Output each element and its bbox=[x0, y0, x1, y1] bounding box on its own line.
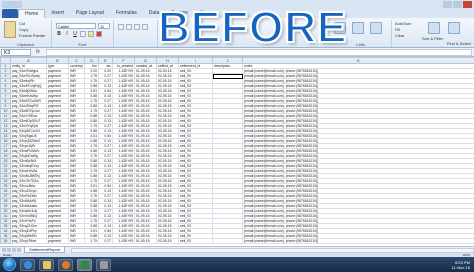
font-group: Calibri 11 B I U Font bbox=[52, 20, 114, 47]
table-row: 36 pay_93vp1Rkxe payment INR 1.75 0.27 1.43E+0… bbox=[0, 238, 474, 244]
media-player-icon bbox=[61, 260, 70, 269]
format-painter-button[interactable]: Format Painter bbox=[19, 33, 45, 38]
minimize-button[interactable] bbox=[443, 1, 452, 8]
quick-access-toolbar[interactable] bbox=[2, 1, 22, 8]
underline-button[interactable]: U bbox=[72, 31, 78, 37]
excel-icon bbox=[80, 260, 89, 269]
font-name-select[interactable]: Calibri bbox=[56, 23, 96, 29]
fill-color-button[interactable] bbox=[88, 31, 94, 37]
clock-time: 6:03 PM bbox=[455, 259, 470, 265]
italic-button[interactable]: I bbox=[64, 31, 70, 37]
window-controls bbox=[443, 1, 472, 8]
font-group-label: Font bbox=[78, 42, 87, 47]
formula-input[interactable] bbox=[46, 49, 472, 56]
taskbar-app[interactable] bbox=[96, 258, 111, 271]
taskbar-ie[interactable] bbox=[20, 258, 35, 271]
borders-button[interactable] bbox=[80, 31, 86, 37]
wrap-text-button[interactable] bbox=[142, 24, 148, 30]
sort-filter-icon[interactable] bbox=[428, 22, 440, 34]
cell[interactable]: pay_93w8TUiqPqQ bbox=[10, 83, 47, 89]
find-select-icon[interactable] bbox=[448, 22, 460, 34]
grid-body: 1 entity_id type currency fee tax ts_created cr… bbox=[0, 63, 474, 244]
taskbar-excel[interactable] bbox=[77, 258, 92, 271]
last-sheet-arrow-icon[interactable] bbox=[17, 248, 21, 252]
sheet-nav-arrows bbox=[0, 248, 21, 252]
app-icon bbox=[99, 260, 108, 269]
taskbar-explorer[interactable] bbox=[39, 258, 54, 271]
cell[interactable]: payment bbox=[46, 238, 69, 244]
formula-bar: K3 fx bbox=[0, 48, 474, 57]
fx-icon[interactable]: fx bbox=[36, 49, 40, 56]
bold-button[interactable]: B bbox=[56, 31, 62, 37]
align-left-button[interactable] bbox=[118, 24, 124, 30]
name-box[interactable]: K3 bbox=[1, 49, 31, 56]
clock-date: 11-Nov-16 bbox=[451, 264, 470, 270]
worksheet-grid[interactable]: A B C D E F G H I J K 1 entity_id type curr… bbox=[0, 57, 474, 246]
close-button[interactable] bbox=[463, 1, 472, 8]
alignment-group bbox=[114, 20, 158, 47]
maximize-button[interactable] bbox=[453, 1, 462, 8]
next-sheet-arrow-icon[interactable] bbox=[12, 248, 16, 252]
font-size-select[interactable]: 11 bbox=[98, 23, 110, 29]
prev-sheet-arrow-icon[interactable] bbox=[7, 248, 11, 252]
cell[interactable]: 1.43E+09 bbox=[112, 238, 135, 244]
tab-home[interactable]: Home bbox=[18, 9, 46, 18]
taskbar-media[interactable] bbox=[58, 258, 73, 271]
clear-button[interactable]: Clear bbox=[395, 33, 405, 38]
format-cells-icon[interactable] bbox=[370, 22, 382, 34]
horizontal-scrollbar[interactable] bbox=[71, 247, 474, 253]
tab-formulas[interactable]: Formulas bbox=[110, 9, 143, 18]
folder-icon bbox=[42, 260, 51, 269]
sort-filter-label: Sort & Filter bbox=[422, 36, 444, 41]
cell[interactable]: INR bbox=[68, 238, 85, 244]
taskbar: 6:03 PM 11-Nov-16 bbox=[0, 257, 474, 272]
autosum-button[interactable]: AutoSum bbox=[395, 21, 411, 26]
clipboard-group-label: Clipboard bbox=[16, 42, 35, 47]
copy-button[interactable]: Copy bbox=[19, 27, 28, 32]
cell[interactable]: 01-09-15 bbox=[134, 238, 157, 244]
cell[interactable]: 02-09-15 bbox=[156, 238, 179, 244]
cell[interactable]: currency bbox=[68, 63, 85, 69]
editing-group: AutoSum Fill Clear Sort & Filter Find & … bbox=[392, 20, 474, 47]
align-center-button[interactable] bbox=[126, 24, 132, 30]
before-overlay-text: BEFORE bbox=[157, 3, 348, 52]
font-color-button[interactable] bbox=[96, 31, 102, 37]
start-button[interactable] bbox=[3, 258, 16, 271]
paste-button[interactable] bbox=[4, 21, 16, 38]
font-format-row: B I U bbox=[56, 31, 102, 37]
cut-button[interactable]: Cut bbox=[19, 21, 25, 26]
alignment-row bbox=[118, 24, 148, 30]
first-sheet-arrow-icon[interactable] bbox=[2, 248, 6, 252]
clipboard-group: Cut Copy Format Painter Clipboard bbox=[0, 20, 52, 47]
cell[interactable]: {email:(name@email.com), phone:(98765432… bbox=[242, 238, 474, 244]
align-right-button[interactable] bbox=[134, 24, 140, 30]
ie-icon bbox=[23, 260, 32, 269]
tab-insert[interactable]: Insert bbox=[45, 9, 70, 18]
cell[interactable]: pay_93vp1Rkxe bbox=[10, 238, 47, 244]
system-tray[interactable]: 6:03 PM 11-Nov-16 bbox=[452, 260, 470, 270]
cell[interactable] bbox=[212, 238, 243, 244]
row-header[interactable]: 36 bbox=[0, 238, 11, 244]
fill-button[interactable]: Fill bbox=[395, 27, 400, 32]
find-select-label: Find & Select bbox=[447, 41, 471, 46]
file-tab[interactable] bbox=[2, 9, 18, 18]
cell[interactable]: setl_93 bbox=[178, 238, 213, 244]
cell[interactable]: 1.75 bbox=[84, 238, 99, 244]
cell-table: A B C D E F G H I J K 1 entity_id type curr… bbox=[0, 57, 474, 244]
tab-page-layout[interactable]: Page Layout bbox=[70, 9, 110, 18]
delete-cells-icon[interactable] bbox=[352, 22, 364, 34]
cell[interactable]: 0.27 bbox=[98, 238, 113, 244]
sheet-tab-bar: SettlementReport bbox=[0, 246, 474, 253]
